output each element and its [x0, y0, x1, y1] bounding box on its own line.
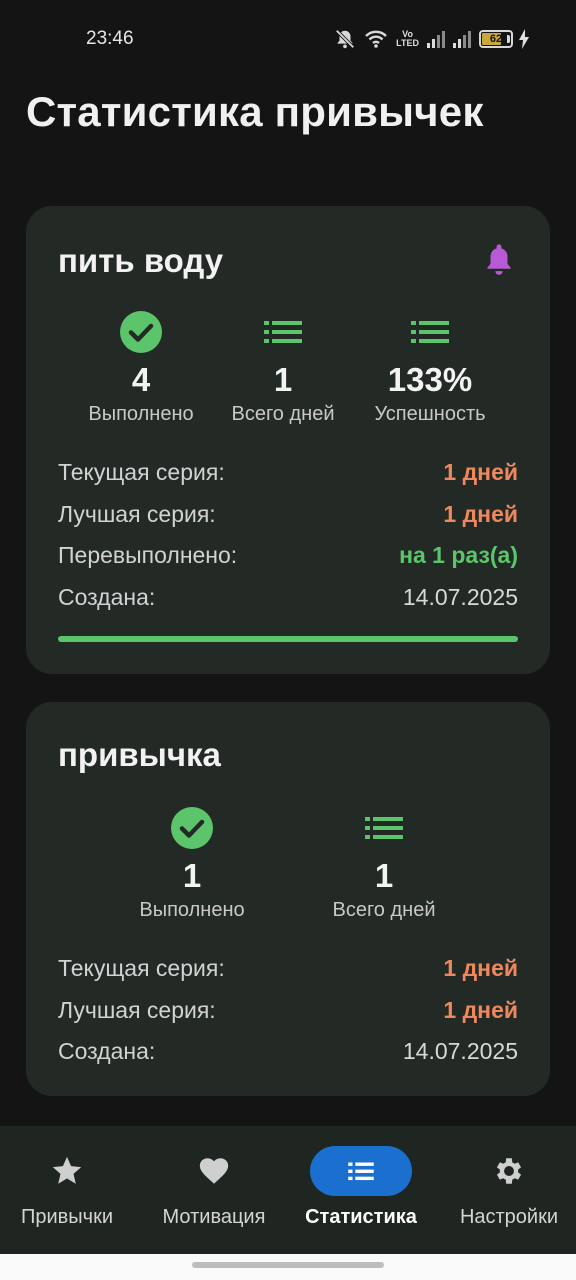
page-title: Статистика привычек: [26, 88, 484, 135]
list-icon: [348, 1162, 374, 1181]
stat-value: 1: [182, 857, 202, 894]
row-value: 1 дней: [443, 996, 518, 1023]
nav-label: Мотивация: [162, 1206, 266, 1228]
current-streak-row: Текущая серия: 1 дней: [58, 457, 518, 487]
status-icons: Vo LTED 62: [334, 26, 530, 52]
row-label: Лучшая серия:: [58, 500, 216, 527]
stat-label: Успешность: [374, 403, 486, 425]
wifi-icon: [365, 30, 388, 48]
bottom-navigation: Привычки Мотивация Статистика Настройки: [0, 1126, 576, 1254]
gear-icon: [496, 1158, 522, 1184]
habit-title: пить воду: [58, 242, 224, 279]
nav-item-statistics[interactable]: Статистика: [289, 1126, 433, 1254]
row-label: Текущая серия:: [58, 458, 225, 485]
row-value: 1 дней: [443, 954, 518, 981]
stat-value: 1: [273, 361, 293, 398]
home-indicator[interactable]: [192, 1262, 384, 1268]
volte-bottom: LTED: [396, 38, 419, 48]
best-streak-row: Лучшая серия: 1 дней: [58, 499, 518, 529]
status-time: 23:46: [86, 28, 134, 49]
volte-icon: Vo LTED: [396, 30, 419, 48]
row-label: Создана:: [58, 1037, 156, 1064]
habit-title: привычка: [58, 736, 221, 773]
best-streak-row: Лучшая серия: 1 дней: [58, 995, 518, 1025]
star-icon: [52, 1156, 82, 1184]
row-label: Перевыполнено:: [58, 541, 238, 568]
stat-value: 1: [374, 857, 394, 894]
row-value: на 1 раз(а): [399, 541, 518, 568]
stat-total-days: 1 Всего дней: [309, 806, 459, 922]
stat-success-rate: 133% Успешность: [355, 310, 505, 426]
stat-completed: 4 Выполнено: [66, 310, 216, 426]
stat-label: Всего дней: [231, 403, 335, 425]
list-icon: [264, 321, 302, 343]
list-icon: [411, 321, 449, 343]
row-label: Лучшая серия:: [58, 996, 216, 1023]
stat-value: 4: [131, 361, 151, 398]
status-bar: 23:46 Vo LTED 62: [0, 0, 576, 78]
current-streak-row: Текущая серия: 1 дней: [58, 953, 518, 983]
battery-icon: 62: [479, 30, 513, 48]
stat-value: 133%: [387, 361, 473, 398]
list-icon: [365, 817, 403, 839]
stat-label: Всего дней: [332, 899, 436, 921]
nav-label: Привычки: [20, 1206, 113, 1228]
check-circle-icon: [120, 311, 162, 353]
stat-total-days: 1 Всего дней: [208, 310, 358, 426]
row-value: 14.07.2025: [402, 583, 518, 610]
habit-card[interactable]: пить воду 4 Выполнено 1 Всего дней 133% …: [26, 206, 550, 674]
charging-icon: [519, 29, 529, 49]
row-value: 14.07.2025: [402, 1037, 518, 1064]
row-label: Текущая серия:: [58, 954, 225, 981]
nav-item-settings[interactable]: Настройки: [437, 1126, 576, 1254]
stat-label: Выполнено: [88, 403, 194, 425]
stat-completed: 1 Выполнено: [117, 806, 267, 922]
nav-label: Статистика: [305, 1206, 417, 1228]
row-value: 1 дней: [443, 458, 518, 485]
bell-icon[interactable]: [484, 242, 514, 276]
nav-label: Настройки: [459, 1206, 559, 1228]
stat-label: Выполнено: [139, 899, 245, 921]
created-row: Создана: 14.07.2025: [58, 582, 518, 612]
nav-item-habits[interactable]: Привычки: [0, 1126, 139, 1254]
habit-card[interactable]: привычка 1 Выполнено 1 Всего дней Текуща…: [26, 702, 550, 1096]
mute-icon: [335, 29, 355, 49]
created-row: Создана: 14.07.2025: [58, 1036, 518, 1066]
battery-level: 62: [489, 33, 503, 45]
signal-icon: [427, 30, 445, 48]
check-circle-icon: [171, 807, 213, 849]
heart-icon: [199, 1158, 229, 1184]
nav-item-motivation[interactable]: Мотивация: [142, 1126, 286, 1254]
overachieved-row: Перевыполнено: на 1 раз(а): [58, 540, 518, 570]
row-value: 1 дней: [443, 500, 518, 527]
row-label: Создана:: [58, 583, 156, 610]
signal-icon: [453, 30, 471, 48]
progress-bar: [58, 636, 518, 642]
